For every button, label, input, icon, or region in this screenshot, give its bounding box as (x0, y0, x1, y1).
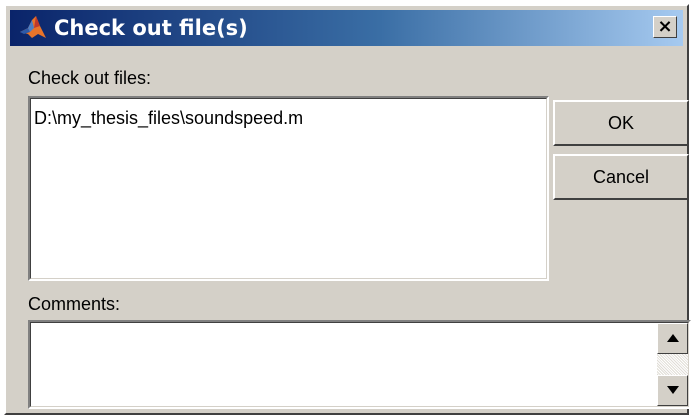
comments-scrollbar[interactable] (657, 323, 688, 406)
close-icon: × (657, 16, 673, 37)
ok-button-label: OK (607, 113, 634, 133)
comments-textarea[interactable] (28, 320, 691, 409)
list-item[interactable]: D:\my_thesis_files\soundspeed.m (34, 108, 303, 129)
matlab-logo-icon (18, 14, 48, 42)
comments-label: Comments: (28, 294, 121, 314)
check-out-dialog: Check out file(s) × Check out files: D:\… (4, 4, 691, 415)
arrow-up-icon (667, 334, 679, 342)
close-button[interactable]: × (653, 16, 677, 38)
scroll-up-button[interactable] (657, 323, 688, 354)
files-label: Check out files: (28, 68, 152, 88)
scroll-down-button[interactable] (657, 375, 688, 406)
dialog-title: Check out file(s) (54, 16, 248, 40)
ok-button[interactable]: OK (553, 100, 689, 146)
cancel-button-label: Cancel (592, 167, 650, 187)
title-bar[interactable]: Check out file(s) × (10, 10, 683, 46)
arrow-down-icon (667, 386, 679, 394)
cancel-button[interactable]: Cancel (553, 154, 689, 200)
files-listbox[interactable]: D:\my_thesis_files\soundspeed.m (28, 96, 549, 281)
